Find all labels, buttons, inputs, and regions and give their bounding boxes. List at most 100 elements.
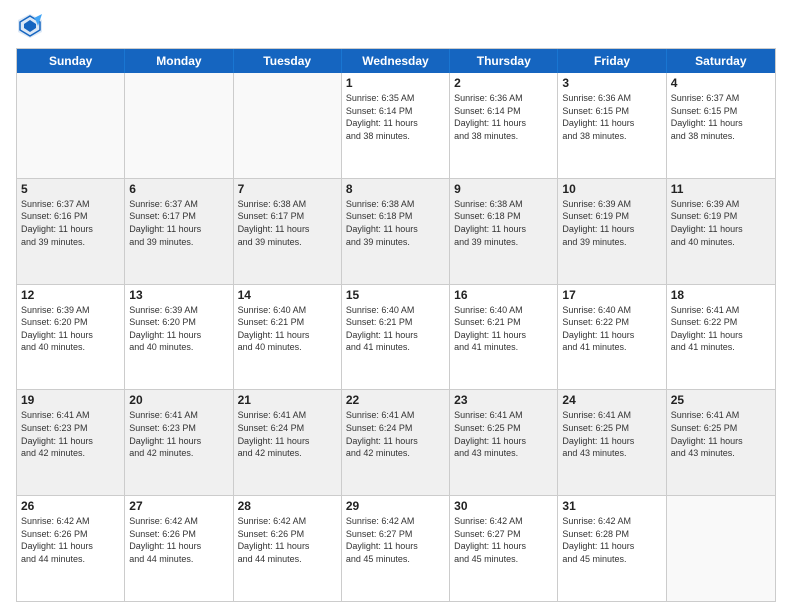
day-info: Sunrise: 6:37 AM Sunset: 6:15 PM Dayligh… <box>671 92 771 142</box>
day-header-sunday: Sunday <box>17 49 125 73</box>
day-header-wednesday: Wednesday <box>342 49 450 73</box>
day-cell-22: 22 Sunrise: 6:41 AM Sunset: 6:24 PM Dayli… <box>342 390 450 495</box>
day-cell-10: 10Sunrise: 6:39 AM Sunset: 6:19 PM Dayli… <box>558 179 666 284</box>
empty-cell <box>125 73 233 178</box>
day-number: 30 <box>454 499 553 513</box>
day-info: Sunrise: 6:41 AM Sunset: 6:23 PM Dayligh… <box>129 409 228 459</box>
day-cell-31: 31 Sunrise: 6:42 AM Sunset: 6:28 PM Dayli… <box>558 496 666 601</box>
day-info: Sunrise: 6:42 AM Sunset: 6:28 PM Dayligh… <box>562 515 661 565</box>
calendar-week-3: 12 Sunrise: 6:39 AM Sunset: 6:20 PM Dayli… <box>17 285 775 391</box>
day-number: 22 <box>346 393 445 407</box>
day-number: 18 <box>671 288 771 302</box>
day-info: Sunrise: 6:40 AM Sunset: 6:21 PM Dayligh… <box>238 304 337 354</box>
day-info: Sunrise: 6:41 AM Sunset: 6:24 PM Dayligh… <box>238 409 337 459</box>
day-cell-6: 6Sunrise: 6:37 AM Sunset: 6:17 PM Daylig… <box>125 179 233 284</box>
day-number: 20 <box>129 393 228 407</box>
day-info: Sunrise: 6:41 AM Sunset: 6:25 PM Dayligh… <box>454 409 553 459</box>
day-cell-15: 15 Sunrise: 6:40 AM Sunset: 6:21 PM Dayli… <box>342 285 450 390</box>
day-number: 13 <box>129 288 228 302</box>
day-cell-25: 25 Sunrise: 6:41 AM Sunset: 6:25 PM Dayli… <box>667 390 775 495</box>
day-cell-2: 2 Sunrise: 6:36 AM Sunset: 6:14 PM Daylig… <box>450 73 558 178</box>
day-number: 5 <box>21 182 120 196</box>
empty-cell <box>667 496 775 601</box>
day-number: 25 <box>671 393 771 407</box>
day-info: Sunrise: 6:40 AM Sunset: 6:22 PM Dayligh… <box>562 304 661 354</box>
day-cell-21: 21 Sunrise: 6:41 AM Sunset: 6:24 PM Dayli… <box>234 390 342 495</box>
day-number: 21 <box>238 393 337 407</box>
day-number: 14 <box>238 288 337 302</box>
day-info: Sunrise: 6:41 AM Sunset: 6:25 PM Dayligh… <box>671 409 771 459</box>
day-number: 28 <box>238 499 337 513</box>
day-header-friday: Friday <box>558 49 666 73</box>
day-info: Sunrise: 6:39 AM Sunset: 6:19 PM Dayligh… <box>562 198 661 248</box>
day-info: Sunrise: 6:38 AM Sunset: 6:18 PM Dayligh… <box>346 198 445 248</box>
logo <box>16 12 48 40</box>
day-number: 17 <box>562 288 661 302</box>
day-cell-27: 27 Sunrise: 6:42 AM Sunset: 6:26 PM Dayli… <box>125 496 233 601</box>
day-number: 27 <box>129 499 228 513</box>
day-info: Sunrise: 6:39 AM Sunset: 6:20 PM Dayligh… <box>129 304 228 354</box>
day-cell-3: 3Sunrise: 6:36 AM Sunset: 6:15 PM Daylig… <box>558 73 666 178</box>
day-info: Sunrise: 6:41 AM Sunset: 6:24 PM Dayligh… <box>346 409 445 459</box>
day-cell-12: 12 Sunrise: 6:39 AM Sunset: 6:20 PM Dayli… <box>17 285 125 390</box>
day-number: 29 <box>346 499 445 513</box>
day-cell-9: 9 Sunrise: 6:38 AM Sunset: 6:18 PM Daylig… <box>450 179 558 284</box>
day-cell-11: 11 Sunrise: 6:39 AM Sunset: 6:19 PM Dayli… <box>667 179 775 284</box>
day-number: 11 <box>671 182 771 196</box>
day-number: 26 <box>21 499 120 513</box>
day-cell-5: 5Sunrise: 6:37 AM Sunset: 6:16 PM Daylig… <box>17 179 125 284</box>
calendar-week-2: 5Sunrise: 6:37 AM Sunset: 6:16 PM Daylig… <box>17 179 775 285</box>
day-info: Sunrise: 6:40 AM Sunset: 6:21 PM Dayligh… <box>454 304 553 354</box>
day-cell-19: 19Sunrise: 6:41 AM Sunset: 6:23 PM Dayli… <box>17 390 125 495</box>
day-cell-20: 20 Sunrise: 6:41 AM Sunset: 6:23 PM Dayli… <box>125 390 233 495</box>
day-info: Sunrise: 6:37 AM Sunset: 6:17 PM Dayligh… <box>129 198 228 248</box>
day-cell-26: 26Sunrise: 6:42 AM Sunset: 6:26 PM Dayli… <box>17 496 125 601</box>
day-info: Sunrise: 6:35 AM Sunset: 6:14 PM Dayligh… <box>346 92 445 142</box>
day-cell-30: 30Sunrise: 6:42 AM Sunset: 6:27 PM Dayli… <box>450 496 558 601</box>
logo-icon <box>16 12 44 40</box>
day-number: 16 <box>454 288 553 302</box>
day-cell-4: 4 Sunrise: 6:37 AM Sunset: 6:15 PM Daylig… <box>667 73 775 178</box>
day-number: 8 <box>346 182 445 196</box>
day-info: Sunrise: 6:39 AM Sunset: 6:20 PM Dayligh… <box>21 304 120 354</box>
day-number: 31 <box>562 499 661 513</box>
day-cell-16: 16 Sunrise: 6:40 AM Sunset: 6:21 PM Dayli… <box>450 285 558 390</box>
day-info: Sunrise: 6:42 AM Sunset: 6:26 PM Dayligh… <box>129 515 228 565</box>
day-info: Sunrise: 6:42 AM Sunset: 6:26 PM Dayligh… <box>238 515 337 565</box>
day-header-saturday: Saturday <box>667 49 775 73</box>
day-cell-17: 17 Sunrise: 6:40 AM Sunset: 6:22 PM Dayli… <box>558 285 666 390</box>
day-cell-23: 23 Sunrise: 6:41 AM Sunset: 6:25 PM Dayli… <box>450 390 558 495</box>
day-cell-13: 13 Sunrise: 6:39 AM Sunset: 6:20 PM Dayli… <box>125 285 233 390</box>
day-info: Sunrise: 6:41 AM Sunset: 6:25 PM Dayligh… <box>562 409 661 459</box>
header <box>16 12 776 40</box>
day-cell-14: 14 Sunrise: 6:40 AM Sunset: 6:21 PM Dayli… <box>234 285 342 390</box>
day-header-thursday: Thursday <box>450 49 558 73</box>
day-number: 15 <box>346 288 445 302</box>
day-cell-8: 8 Sunrise: 6:38 AM Sunset: 6:18 PM Daylig… <box>342 179 450 284</box>
day-number: 23 <box>454 393 553 407</box>
day-number: 9 <box>454 182 553 196</box>
day-info: Sunrise: 6:40 AM Sunset: 6:21 PM Dayligh… <box>346 304 445 354</box>
day-number: 2 <box>454 76 553 90</box>
day-number: 7 <box>238 182 337 196</box>
day-cell-28: 28 Sunrise: 6:42 AM Sunset: 6:26 PM Dayli… <box>234 496 342 601</box>
calendar-week-5: 26 Sunrise: 6:42 AM Sunset: 6:26 PM Dayli… <box>17 496 775 601</box>
day-header-monday: Monday <box>125 49 233 73</box>
day-info: Sunrise: 6:38 AM Sunset: 6:18 PM Dayligh… <box>454 198 553 248</box>
empty-cell <box>17 73 125 178</box>
day-number: 19 <box>21 393 120 407</box>
day-info: Sunrise: 6:41 AM Sunset: 6:22 PM Dayligh… <box>671 304 771 354</box>
day-number: 4 <box>671 76 771 90</box>
day-cell-1: 1 Sunrise: 6:35 AM Sunset: 6:14 PM Daylig… <box>342 73 450 178</box>
calendar-week-4: 19 Sunrise: 6:41 AM Sunset: 6:23 PM Dayli… <box>17 390 775 496</box>
day-info: Sunrise: 6:38 AM Sunset: 6:17 PM Dayligh… <box>238 198 337 248</box>
page: SundayMondayTuesdayWednesdayThursdayFrid… <box>0 0 792 612</box>
day-cell-24: 24Sunrise: 6:41 AM Sunset: 6:25 PM Dayli… <box>558 390 666 495</box>
day-cell-7: 7 Sunrise: 6:38 AM Sunset: 6:17 PM Daylig… <box>234 179 342 284</box>
calendar-week-1: 1 Sunrise: 6:35 AM Sunset: 6:14 PM Daylig… <box>17 73 775 179</box>
day-info: Sunrise: 6:36 AM Sunset: 6:14 PM Dayligh… <box>454 92 553 142</box>
calendar-header: SundayMondayTuesdayWednesdayThursdayFrid… <box>17 49 775 73</box>
day-number: 12 <box>21 288 120 302</box>
day-number: 1 <box>346 76 445 90</box>
day-info: Sunrise: 6:39 AM Sunset: 6:19 PM Dayligh… <box>671 198 771 248</box>
